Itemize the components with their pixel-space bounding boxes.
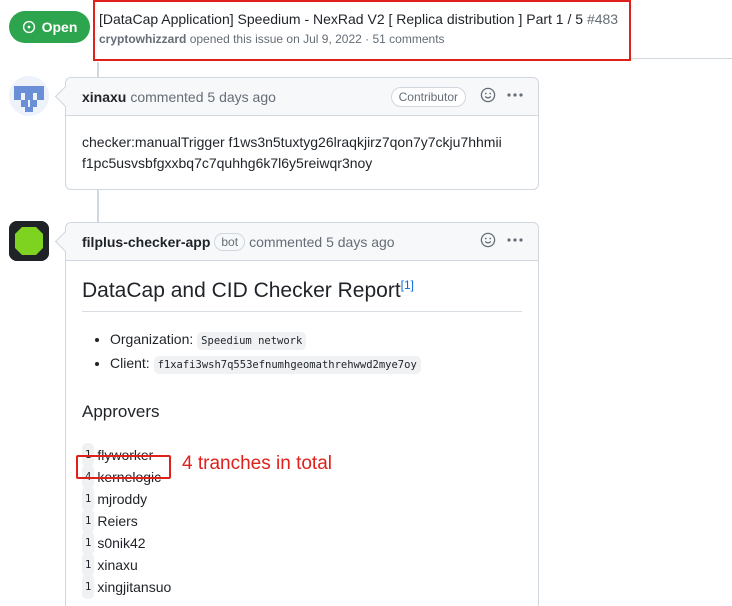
client-value: f1xafi3wsh7q553efnumhgeomathrehwwd2mye7o… [153,356,421,374]
organization-label: Organization: [110,331,194,347]
issue-header-highlight: [DataCap Application] Speedium - NexRad … [93,0,631,61]
organization-value: Speedium network [197,332,307,350]
avatar-filplus-checker-app[interactable] [9,221,49,261]
comment-xinaxu: xinaxu commented 5 days ago Contributor … [65,77,539,190]
kebab-icon[interactable] [506,232,524,248]
comment-actions [480,87,524,103]
report-info-list: Organization: Speedium network Client: f… [110,327,522,375]
issue-meta-text: opened this issue on Jul 9, 2022 · 51 co… [189,32,445,46]
kernelogic-highlight-box [76,455,171,479]
comment-body-line: f1pc5usvsbfgxxbq7c7quhhg6k7l6y5reiwqr3no… [82,155,373,171]
organization-item: Organization: Speedium network [110,327,522,351]
contributor-badge: Contributor [390,87,466,107]
comment-body-line: checker:manualTrigger f1ws3n5tuxtyg26lra… [82,134,502,150]
issue-title: [DataCap Application] Speedium - NexRad … [99,11,584,27]
approvers-heading: Approvers [82,402,160,421]
approver-name: xingjitansuo [97,579,172,595]
avatar-xinaxu[interactable] [9,76,49,116]
header-divider [631,58,732,59]
smiley-icon[interactable] [480,232,496,248]
footnote-link[interactable]: [1] [401,278,414,292]
approver-name: xinaxu [97,557,138,573]
client-item: Client: f1xafi3wsh7q553efnumhgeomathrehw… [110,351,522,375]
comment-timestamp[interactable]: commented 5 days ago [130,89,276,105]
approver-count: 1 [82,487,95,511]
issue-state-label: Open [41,19,78,35]
approver-item: 1 xinaxu [82,553,522,577]
approver-count: 1 [82,575,95,599]
comment-header: filplus-checker-app bot commented 5 days… [66,223,538,261]
comment-author-link[interactable]: filplus-checker-app [82,234,210,250]
approver-name: Reiers [97,513,138,529]
comment-timestamp[interactable]: commented 5 days ago [249,234,395,250]
client-label: Client: [110,355,150,371]
comment-filplus-checker-app: filplus-checker-app bot commented 5 days… [65,222,539,606]
approver-count: 1 [82,509,95,533]
issue-state-badge: Open [9,11,90,43]
approver-item: 1 xingjitansuo [82,575,522,599]
approver-count: 1 [82,531,95,555]
comment-body: checker:manualTrigger f1ws3n5tuxtyg26lra… [66,116,538,190]
issue-meta: cryptowhizzard opened this issue on Jul … [99,32,629,46]
comment-body: DataCap and CID Checker Report[1] Organi… [66,261,538,599]
approver-name: s0nik42 [97,535,146,551]
report-title-text: DataCap and CID Checker Report [82,279,401,302]
approver-item: 1 s0nik42 [82,531,522,555]
approver-item: 1 mjroddy [82,487,522,511]
comment-header: xinaxu commented 5 days ago Contributor [66,78,538,116]
comment-author-link[interactable]: xinaxu [82,89,126,105]
issue-title-line: [DataCap Application] Speedium - NexRad … [99,11,629,27]
approver-count: 1 [82,553,95,577]
tranches-annotation: 4 tranches in total [182,453,332,474]
issue-opened-icon [22,20,35,34]
smiley-icon[interactable] [480,87,496,103]
kebab-icon[interactable] [506,87,524,103]
issue-author-link[interactable]: cryptowhizzard [99,32,186,46]
report-title: DataCap and CID Checker Report[1] [82,278,522,312]
comment-actions [480,232,524,248]
approver-item: 1 Reiers [82,509,522,533]
bot-badge: bot [214,232,246,251]
issue-number: #483 [586,11,619,27]
approver-name: mjroddy [97,491,148,507]
